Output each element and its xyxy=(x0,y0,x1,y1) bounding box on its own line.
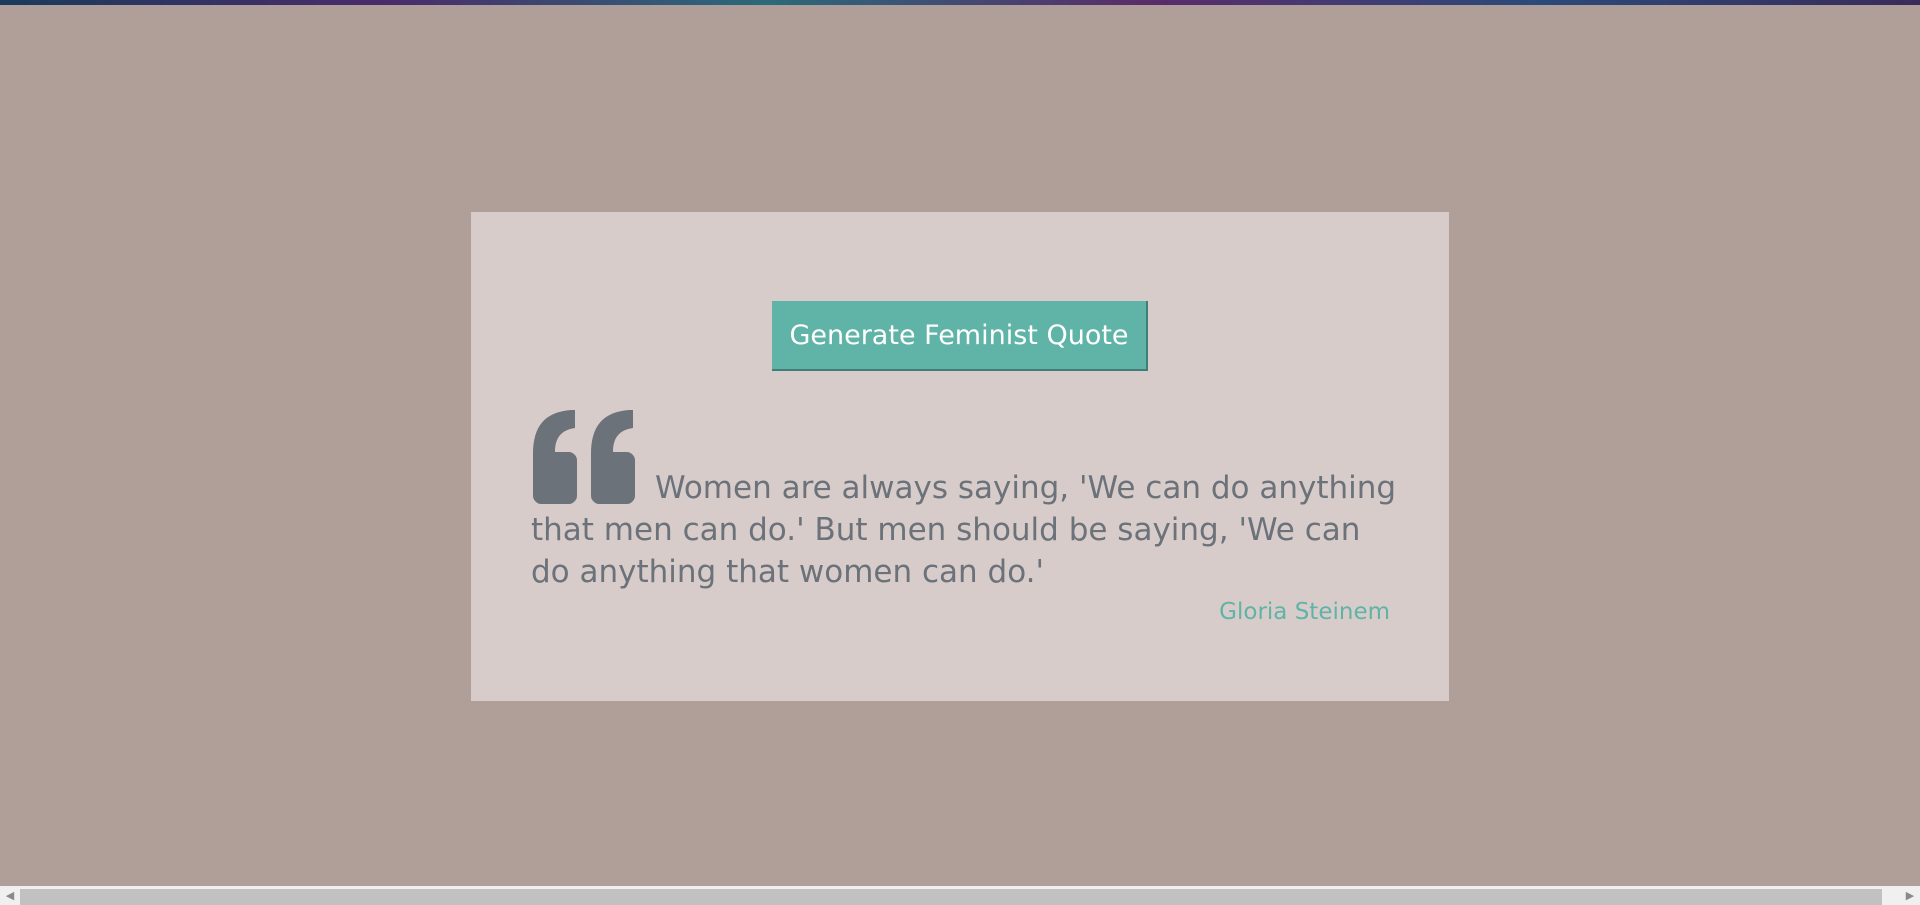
quote-author: Gloria Steinem xyxy=(1219,599,1390,625)
scrollbar-thumb[interactable] xyxy=(20,889,1882,905)
scroll-right-icon[interactable]: ▶ xyxy=(1902,888,1918,904)
quote-card: Generate Feminist Quote Women are always… xyxy=(471,212,1449,701)
quote-block: Women are always saying, 'We can do anyt… xyxy=(531,408,1401,593)
top-gradient-bar xyxy=(0,0,1920,5)
quote-text: Women are always saying, 'We can do anyt… xyxy=(531,470,1397,590)
horizontal-scrollbar[interactable]: ◀ ▶ xyxy=(0,886,1920,905)
generate-quote-button[interactable]: Generate Feminist Quote xyxy=(772,301,1148,371)
quote-left-icon xyxy=(533,410,635,504)
scroll-left-icon[interactable]: ◀ xyxy=(2,888,18,904)
